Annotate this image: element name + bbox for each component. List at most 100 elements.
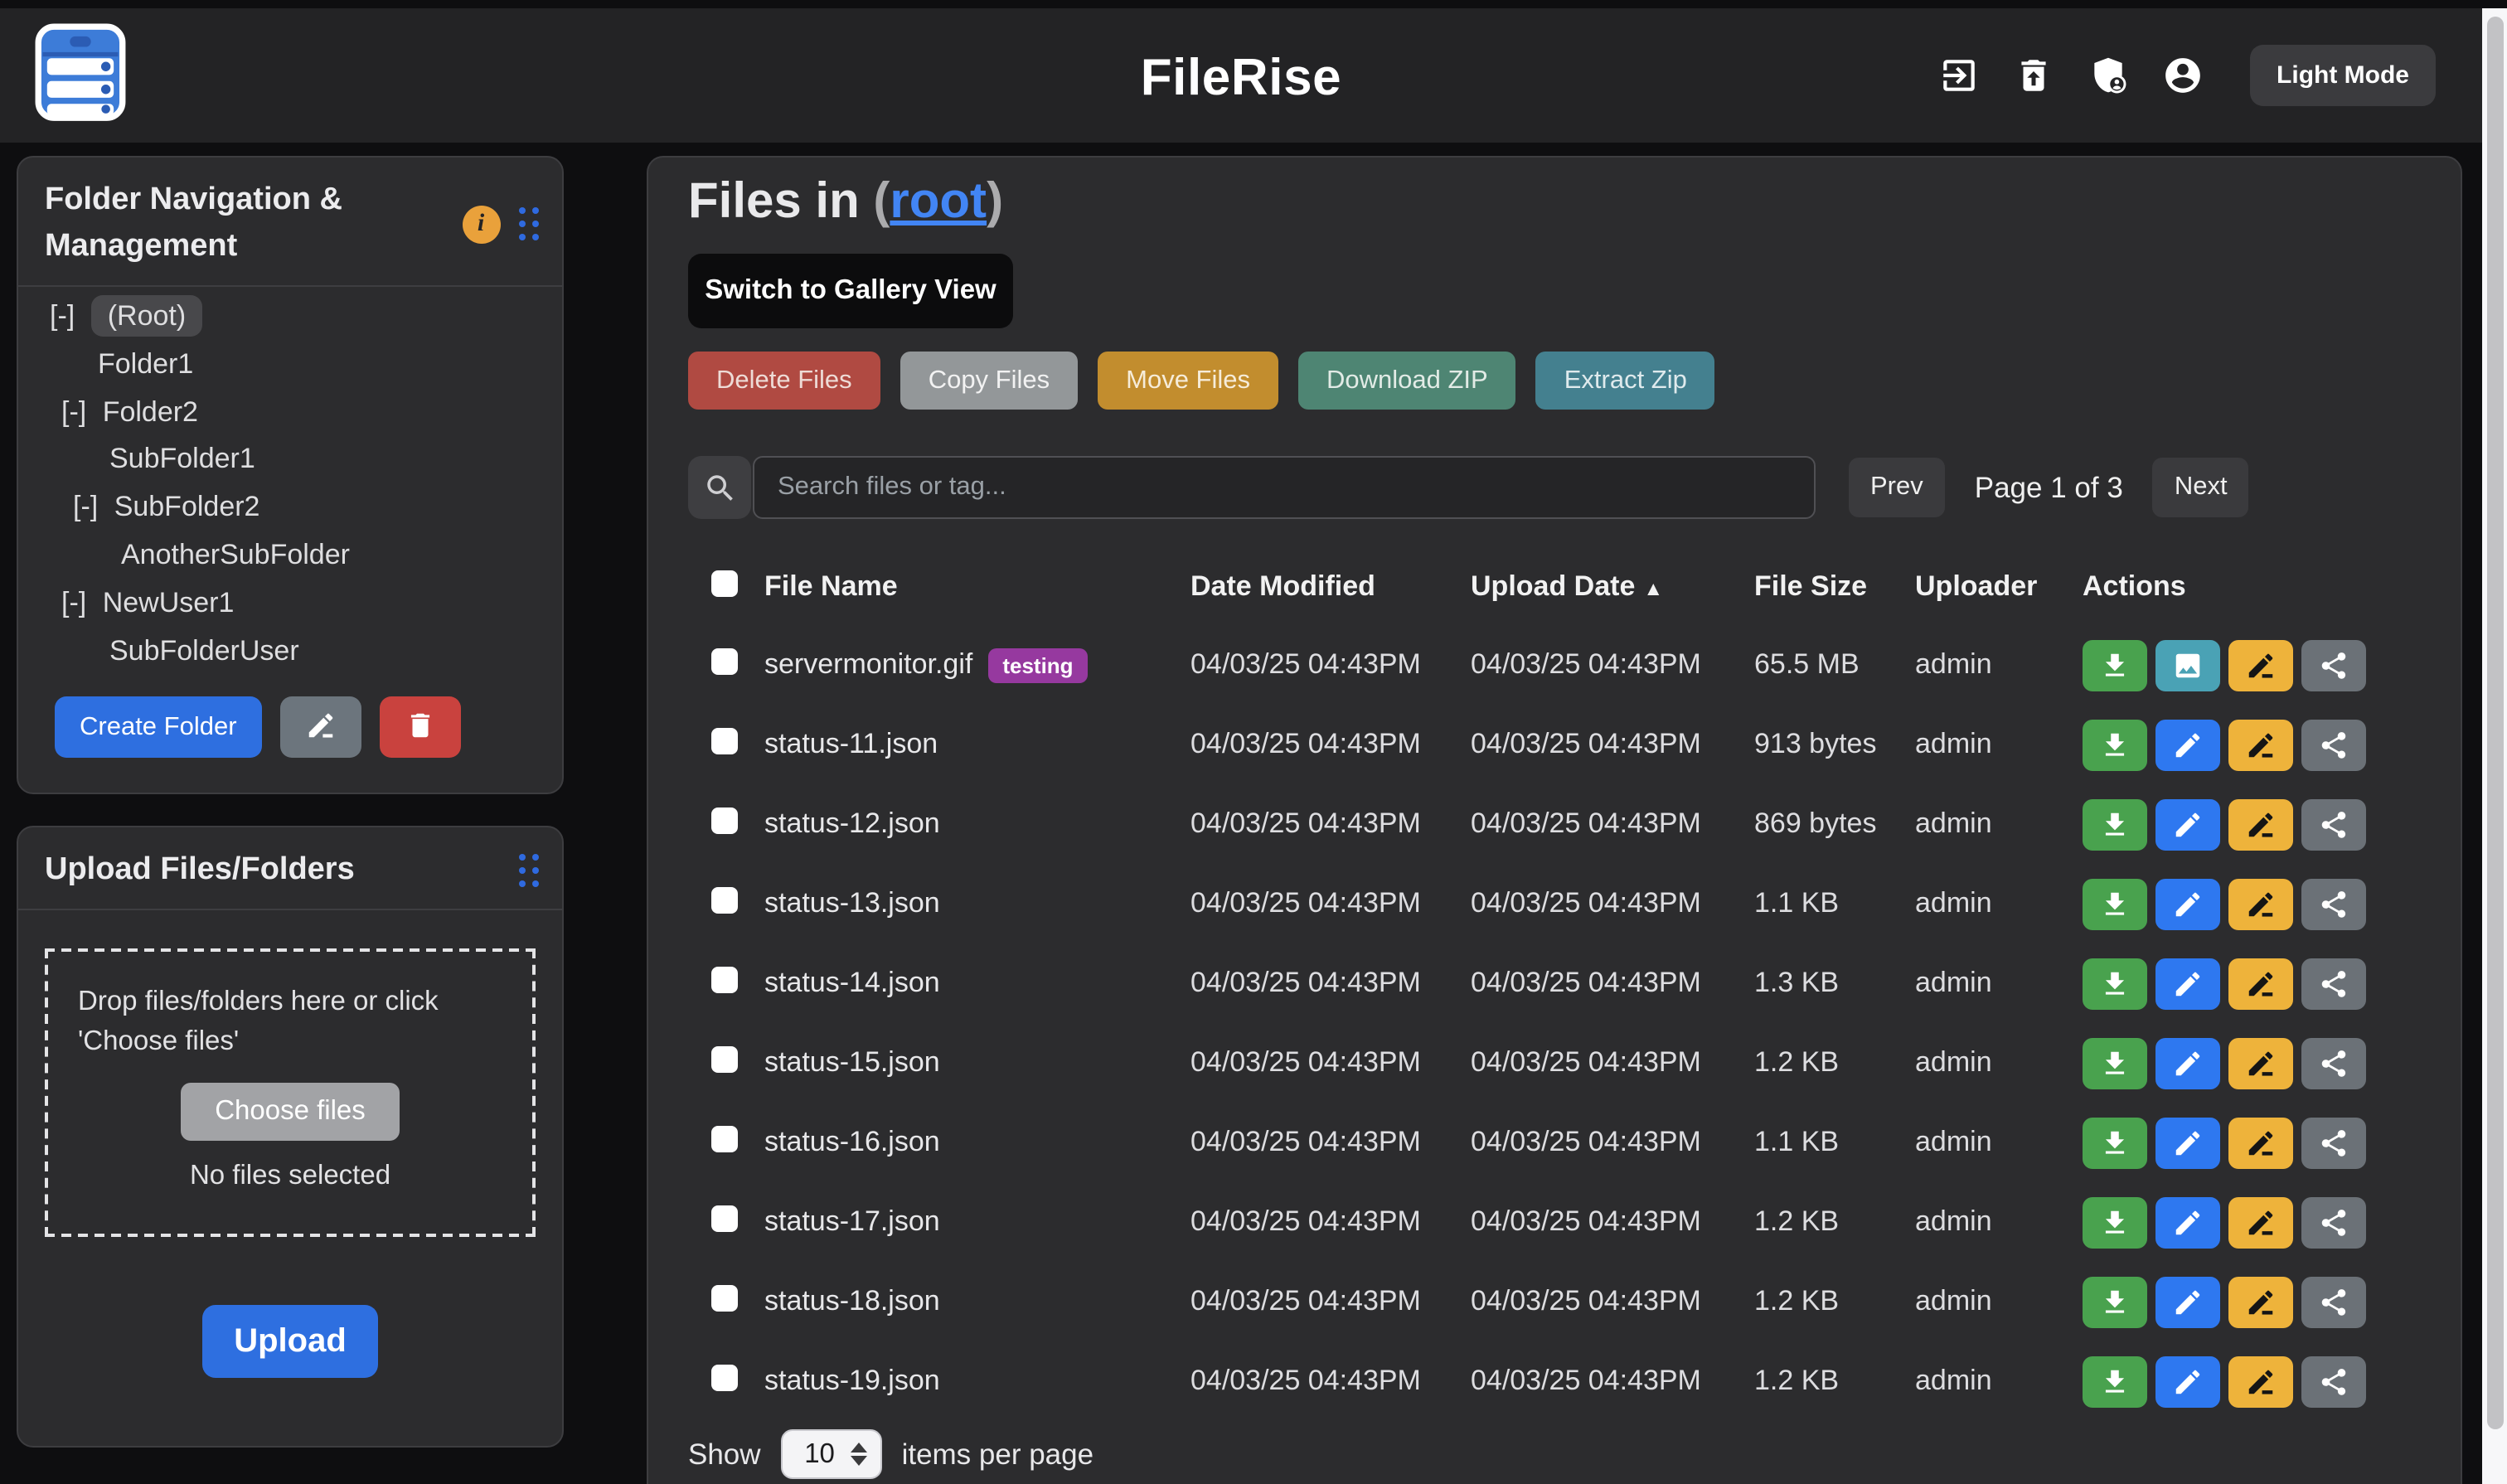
file-name-cell[interactable]: status-19.json: [764, 1365, 1190, 1398]
create-folder-button[interactable]: Create Folder: [55, 696, 262, 758]
folder-tree-item[interactable]: Folder1: [18, 342, 562, 390]
move-files-button[interactable]: Move Files: [1098, 352, 1278, 410]
row-checkbox[interactable]: [711, 727, 738, 754]
download-file-button[interactable]: [2083, 1117, 2147, 1168]
download-file-button[interactable]: [2083, 958, 2147, 1009]
file-name-cell[interactable]: status-14.json: [764, 967, 1190, 1000]
file-name-cell[interactable]: status-18.json: [764, 1285, 1190, 1318]
share-file-button[interactable]: [2301, 958, 2366, 1009]
rename-file-button[interactable]: [2228, 878, 2293, 929]
rename-file-button[interactable]: [2228, 1355, 2293, 1407]
rename-file-button[interactable]: [2228, 1196, 2293, 1248]
file-name-cell[interactable]: status-15.json: [764, 1046, 1190, 1079]
logout-icon[interactable]: [1938, 55, 1980, 96]
edit-file-button[interactable]: [2155, 1117, 2220, 1168]
row-checkbox[interactable]: [711, 1205, 738, 1231]
rename-file-button[interactable]: [2228, 958, 2293, 1009]
edit-file-button[interactable]: [2155, 1355, 2220, 1407]
column-header-file-size[interactable]: File Size: [1754, 570, 1915, 604]
prev-page-button[interactable]: Prev: [1849, 458, 1945, 517]
drag-handle-icon[interactable]: [518, 854, 539, 888]
edit-file-button[interactable]: [2155, 1196, 2220, 1248]
file-name-cell[interactable]: status-13.json: [764, 887, 1190, 920]
edit-file-button[interactable]: [2155, 878, 2220, 929]
root-folder-link[interactable]: root: [890, 174, 987, 229]
tree-collapse-toggle[interactable]: [-]: [73, 491, 98, 522]
column-header-date-modified[interactable]: Date Modified: [1190, 570, 1471, 604]
file-name-cell[interactable]: status-11.json: [764, 728, 1190, 761]
file-name-cell[interactable]: status-12.json: [764, 807, 1190, 841]
rename-file-button[interactable]: [2228, 798, 2293, 850]
edit-file-button[interactable]: [2155, 1037, 2220, 1089]
file-name-cell[interactable]: status-17.json: [764, 1205, 1190, 1239]
drag-handle-icon[interactable]: [518, 207, 539, 241]
row-checkbox[interactable]: [711, 1364, 738, 1390]
share-file-button[interactable]: [2301, 798, 2366, 850]
edit-file-button[interactable]: [2155, 798, 2220, 850]
edit-file-button[interactable]: [2155, 1276, 2220, 1327]
column-header-uploader[interactable]: Uploader: [1915, 570, 2083, 604]
row-checkbox[interactable]: [711, 1125, 738, 1152]
share-file-button[interactable]: [2301, 1196, 2366, 1248]
folder-tree-item[interactable]: [-] Folder2: [18, 389, 562, 437]
column-header-file-name[interactable]: File Name: [764, 570, 1190, 604]
folder-tree-item[interactable]: [-] SubFolder2: [18, 484, 562, 532]
row-checkbox[interactable]: [711, 647, 738, 674]
folder-tree-item[interactable]: AnotherSubFolder: [18, 532, 562, 580]
file-name-cell[interactable]: status-16.json: [764, 1126, 1190, 1159]
scrollbar-track[interactable]: [2482, 8, 2507, 1484]
light-mode-toggle-button[interactable]: Light Mode: [2250, 45, 2436, 106]
scrollbar-thumb[interactable]: [2486, 17, 2503, 1429]
share-file-button[interactable]: [2301, 1117, 2366, 1168]
delete-files-button[interactable]: Delete Files: [688, 352, 880, 410]
info-icon[interactable]: i: [462, 205, 500, 243]
edit-file-button[interactable]: [2155, 719, 2220, 770]
rename-file-button[interactable]: [2228, 1117, 2293, 1168]
rename-file-button[interactable]: [2228, 719, 2293, 770]
share-file-button[interactable]: [2301, 1037, 2366, 1089]
upload-button[interactable]: Upload: [202, 1305, 378, 1378]
folder-tree-item[interactable]: SubFolder1: [18, 437, 562, 485]
switch-gallery-view-button[interactable]: Switch to Gallery View: [688, 254, 1013, 328]
share-file-button[interactable]: [2301, 878, 2366, 929]
share-file-button[interactable]: [2301, 719, 2366, 770]
download-file-button[interactable]: [2083, 1355, 2147, 1407]
share-file-button[interactable]: [2301, 1355, 2366, 1407]
copy-files-button[interactable]: Copy Files: [900, 352, 1078, 410]
preview-image-button[interactable]: [2155, 639, 2220, 691]
items-per-page-select[interactable]: 10: [781, 1429, 882, 1479]
next-page-button[interactable]: Next: [2153, 458, 2249, 517]
row-checkbox[interactable]: [711, 966, 738, 992]
download-file-button[interactable]: [2083, 719, 2147, 770]
admin-shield-icon[interactable]: [2088, 55, 2129, 96]
choose-files-button[interactable]: Choose files: [180, 1083, 400, 1141]
download-file-button[interactable]: [2083, 1037, 2147, 1089]
row-checkbox[interactable]: [711, 1045, 738, 1072]
share-file-button[interactable]: [2301, 639, 2366, 691]
row-checkbox[interactable]: [711, 886, 738, 913]
download-file-button[interactable]: [2083, 1276, 2147, 1327]
folder-tree-item[interactable]: [-] (Root): [18, 293, 562, 342]
folder-tree-item[interactable]: [-] NewUser1: [18, 580, 562, 628]
edit-file-button[interactable]: [2155, 958, 2220, 1009]
search-input[interactable]: [753, 456, 1816, 519]
delete-folder-button[interactable]: [380, 696, 461, 758]
tree-collapse-toggle[interactable]: [-]: [50, 300, 75, 332]
extract-zip-button[interactable]: Extract Zip: [1536, 352, 1715, 410]
download-file-button[interactable]: [2083, 1196, 2147, 1248]
column-header-upload-date[interactable]: Upload Date▲: [1471, 570, 1754, 604]
download-file-button[interactable]: [2083, 798, 2147, 850]
share-file-button[interactable]: [2301, 1276, 2366, 1327]
download-file-button[interactable]: [2083, 639, 2147, 691]
folder-tree-item[interactable]: SubFolderUser: [18, 628, 562, 676]
download-file-button[interactable]: [2083, 878, 2147, 929]
rename-file-button[interactable]: [2228, 1276, 2293, 1327]
row-checkbox[interactable]: [711, 807, 738, 833]
user-account-icon[interactable]: [2162, 55, 2204, 96]
select-all-checkbox[interactable]: [711, 570, 738, 596]
rename-file-button[interactable]: [2228, 639, 2293, 691]
rename-folder-button[interactable]: [280, 696, 361, 758]
download-zip-button[interactable]: Download ZIP: [1298, 352, 1516, 410]
trash-restore-icon[interactable]: [2013, 55, 2054, 96]
file-name-cell[interactable]: servermonitor.gif testing: [764, 647, 1190, 682]
